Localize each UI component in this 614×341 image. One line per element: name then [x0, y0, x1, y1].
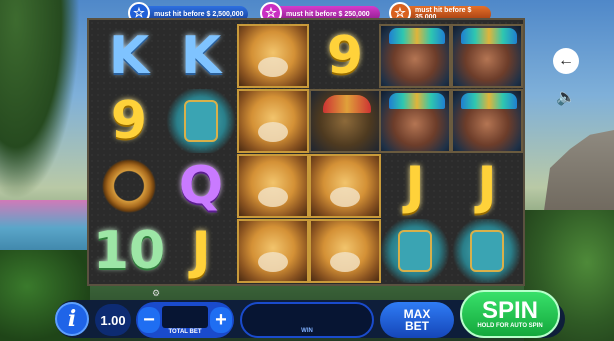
- back-button[interactable]: ←: [553, 48, 579, 74]
- symbol-letter: J: [379, 154, 451, 218]
- win-display: WIN: [240, 302, 374, 338]
- symbol-text: J: [405, 156, 425, 216]
- symbol-letter: 10: [93, 219, 165, 283]
- symbol-letter: K: [165, 24, 237, 88]
- palm-foliage: [0, 0, 80, 200]
- symbol-text: J: [191, 221, 211, 281]
- max-bet-button[interactable]: MAX BET: [380, 302, 454, 338]
- symbol-text: K: [108, 26, 150, 86]
- queen-symbol-icon: [451, 24, 523, 88]
- jaguar-symbol-icon: [237, 154, 309, 218]
- symbol-text: J: [477, 156, 497, 216]
- jaguar-symbol-icon: [309, 219, 381, 283]
- win-label: WIN: [301, 328, 313, 334]
- symbol-letter: 9: [93, 89, 165, 153]
- info-button[interactable]: i: [55, 302, 89, 336]
- queen-symbol-icon: [379, 89, 451, 153]
- symbol-text: Q: [178, 156, 224, 216]
- decrease-bet-button[interactable]: −: [138, 307, 160, 333]
- mask-symbol-icon: [451, 219, 523, 283]
- jackpot-label: must hit before $ 250,000: [286, 10, 370, 18]
- sound-button[interactable]: 🔈: [553, 84, 579, 110]
- mask-symbol-icon: [165, 89, 237, 153]
- total-bet-display: [162, 306, 208, 328]
- symbol-text: 10: [92, 221, 166, 281]
- arrow-left-icon: ←: [558, 52, 574, 69]
- jaguar-symbol-icon: [309, 154, 381, 218]
- reel-grid: K 9 10 K Q J 9 J J: [87, 18, 525, 286]
- jaguar-symbol-icon: [237, 219, 309, 283]
- warrior-symbol-icon: [309, 89, 381, 153]
- max-bet-line2: BET: [405, 319, 429, 333]
- queen-symbol-icon: [379, 24, 451, 88]
- total-bet-control: − TOTAL BET +: [136, 302, 234, 338]
- settings-icon[interactable]: ⚙: [152, 288, 160, 299]
- serpent-symbol-icon: [93, 154, 165, 218]
- jaguar-symbol-icon: [237, 89, 309, 153]
- symbol-text: 9: [110, 91, 148, 151]
- symbol-text: K: [180, 26, 222, 86]
- symbol-letter: K: [93, 24, 165, 88]
- spin-label: SPIN: [481, 297, 538, 324]
- mask-symbol-icon: [379, 219, 451, 283]
- jaguar-symbol-icon: [237, 24, 309, 88]
- symbol-letter: J: [451, 154, 523, 218]
- total-bet-label: TOTAL BET: [168, 329, 202, 335]
- spin-button[interactable]: SPIN HOLD FOR AUTO SPIN: [460, 290, 560, 338]
- jackpot-label: must hit before $ 2,500,000: [154, 10, 244, 18]
- bet-value: 1.00: [95, 304, 131, 336]
- speaker-icon: 🔈: [556, 89, 576, 106]
- symbol-letter: Q: [165, 154, 237, 218]
- symbol-letter: J: [165, 219, 237, 283]
- symbol-text: 9: [326, 26, 364, 86]
- symbol-letter: 9: [309, 24, 381, 88]
- queen-symbol-icon: [451, 89, 523, 153]
- spin-sublabel: HOLD FOR AUTO SPIN: [477, 323, 543, 329]
- increase-bet-button[interactable]: +: [210, 307, 232, 333]
